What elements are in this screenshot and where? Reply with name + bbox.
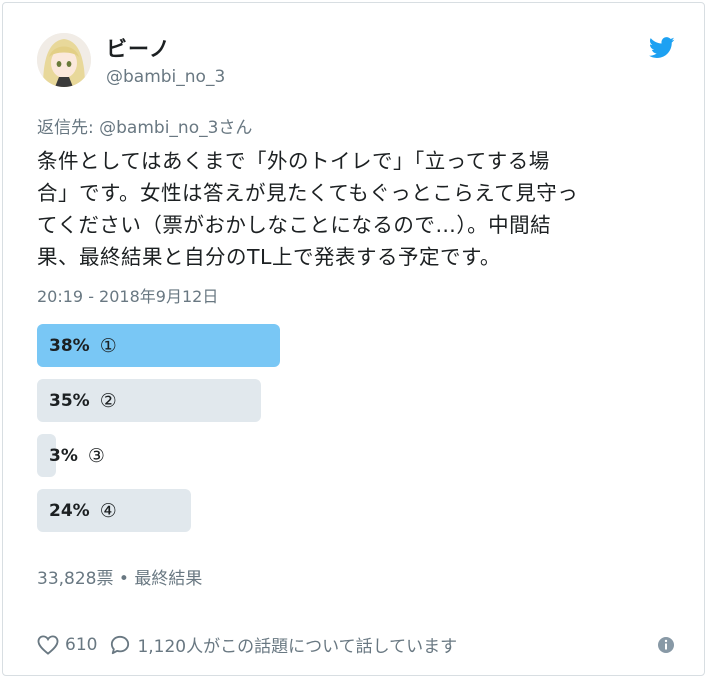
tweet-text: 条件としてはあくまで「外のトイレで」「立ってする場 合」です。女性は答えが見たく…	[37, 149, 579, 269]
poll-choice-label: ①	[99, 334, 117, 357]
poll: 38% ① 35% ② 3% ③ 24% ④	[37, 324, 657, 544]
poll-percent: 38%	[49, 335, 90, 356]
tweet-card: ビーノ @bambi_no_3 返信先: @bambi_no_3さん 条件として…	[2, 2, 705, 676]
engagement-bar: 610 1,120人がこの話題について話しています	[37, 632, 469, 657]
speech-bubble-icon	[111, 635, 130, 654]
reply-link[interactable]: 1,120人がこの話題について話しています	[109, 632, 457, 657]
poll-option: 3% ③	[37, 434, 657, 477]
poll-option: 35% ②	[37, 379, 657, 422]
like-count: 610	[65, 634, 98, 655]
poll-choice-label: ④	[99, 499, 117, 522]
poll-percent: 35%	[49, 390, 90, 411]
info-icon[interactable]	[657, 636, 675, 654]
avatar[interactable]	[37, 33, 91, 87]
reply-to-label[interactable]: 返信先: @bambi_no_3さん	[37, 113, 252, 138]
poll-choice-label: ③	[87, 444, 105, 467]
heart-icon	[37, 634, 59, 655]
poll-percent: 24%	[49, 500, 90, 521]
poll-summary: 33,828票 • 最終結果	[37, 569, 203, 589]
poll-choice-label: ②	[99, 389, 117, 412]
poll-option: 24% ④	[37, 489, 657, 532]
like-button[interactable]: 610	[37, 635, 97, 655]
tweet-timestamp[interactable]: 20:19 - 2018年9月12日	[37, 283, 218, 307]
conversation-text: 1,120人がこの話題について話しています	[137, 637, 458, 657]
display-name[interactable]: ビーノ	[106, 33, 171, 63]
poll-option: 38% ①	[37, 324, 657, 367]
user-handle[interactable]: @bambi_no_3	[106, 67, 225, 87]
twitter-bird-icon[interactable]	[648, 37, 675, 59]
poll-percent: 3%	[49, 445, 78, 466]
